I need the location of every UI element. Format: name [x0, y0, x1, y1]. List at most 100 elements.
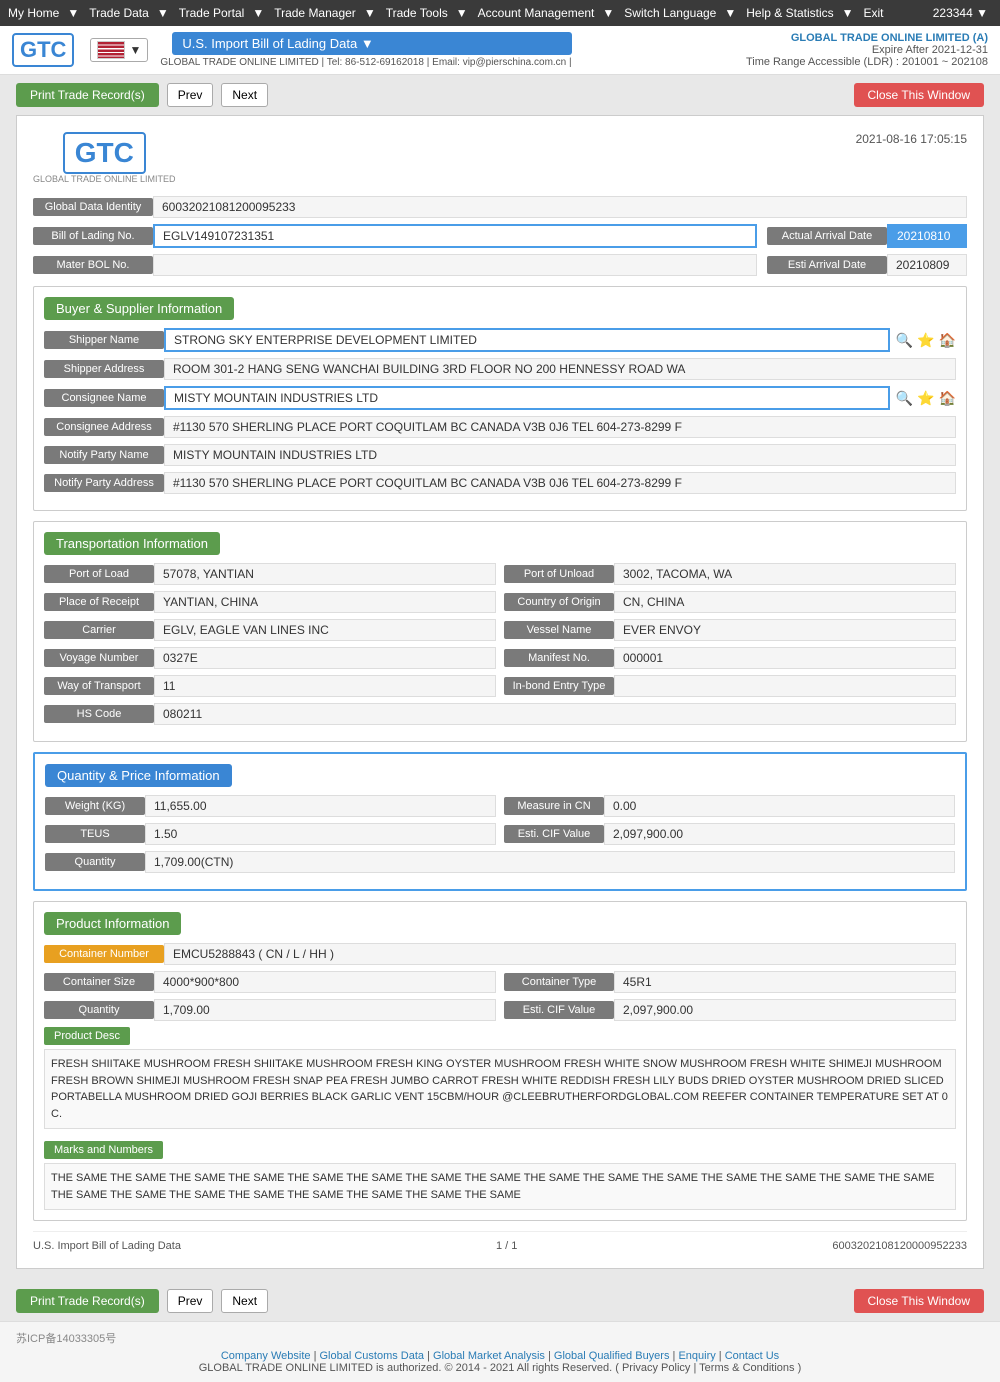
weight-row: Weight (KG) 11,655.00 Measure in CN 0.00: [45, 795, 955, 817]
consignee-star-icon[interactable]: ⭐: [917, 390, 934, 407]
product-header: Product Information: [44, 912, 181, 935]
buyer-supplier-section: Buyer & Supplier Information Shipper Nam…: [33, 286, 967, 511]
site-footer: 苏ICP备14033305号 Company Website | Global …: [0, 1321, 1000, 1382]
quantity-label: Quantity: [45, 853, 145, 871]
consignee-name-row: Consignee Name MISTY MOUNTAIN INDUSTRIES…: [44, 386, 956, 410]
mater-bol-row: Mater BOL No. Esti Arrival Date 20210809: [33, 254, 967, 276]
bottom-next-button[interactable]: Next: [221, 1289, 268, 1313]
consignee-home-icon[interactable]: 🏠: [939, 390, 956, 407]
shipper-address-value: ROOM 301-2 HANG SENG WANCHAI BUILDING 3R…: [164, 358, 956, 380]
nav-trade-tools[interactable]: Trade Tools: [386, 6, 448, 20]
shipper-address-label: Shipper Address: [44, 360, 164, 378]
container-number-row: Container Number EMCU5288843 ( CN / L / …: [44, 943, 956, 965]
transport-type-row: Way of Transport 11 In-bond Entry Type: [44, 675, 956, 697]
port-load-value: 57078, YANTIAN: [154, 563, 496, 585]
nav-trade-manager[interactable]: Trade Manager: [274, 6, 356, 20]
container-type-label: Container Type: [504, 973, 614, 991]
shipper-search-icon[interactable]: 🔍: [896, 332, 913, 349]
mater-bol-value: [153, 254, 757, 276]
transportation-section: Transportation Information Port of Load …: [33, 521, 967, 742]
bottom-close-button[interactable]: Close This Window: [854, 1289, 984, 1313]
place-receipt-row: Place of Receipt YANTIAN, CHINA Country …: [44, 591, 956, 613]
shipper-star-icon[interactable]: ⭐: [917, 332, 934, 349]
product-desc-container: Product Desc FRESH SHIITAKE MUSHROOM FRE…: [44, 1027, 956, 1129]
container-size-label: Container Size: [44, 973, 154, 991]
page-header: GTC ▼ U.S. Import Bill of Lading Data ▼ …: [0, 26, 1000, 75]
footer-link-company[interactable]: Company Website: [221, 1350, 311, 1362]
esti-cif-label: Esti. CIF Value: [504, 825, 604, 843]
close-button[interactable]: Close This Window: [854, 83, 984, 107]
product-esti-cif-label: Esti. CIF Value: [504, 1001, 614, 1019]
expire-date: Expire After 2021-12-31: [746, 44, 988, 56]
carrier-value: EGLV, EAGLE VAN LINES INC: [154, 619, 496, 641]
marks-label[interactable]: Marks and Numbers: [44, 1141, 163, 1159]
card-footer-right: 6003202108120000952233: [832, 1240, 967, 1252]
notify-address-row: Notify Party Address #1130 570 SHERLING …: [44, 472, 956, 494]
shipper-home-icon[interactable]: 🏠: [939, 332, 956, 349]
card-footer: U.S. Import Bill of Lading Data 1 / 1 60…: [33, 1231, 967, 1252]
actual-arrival-value: 20210810: [887, 224, 967, 248]
print-button[interactable]: Print Trade Record(s): [16, 83, 159, 107]
top-action-bar: Print Trade Record(s) Prev Next Close Th…: [0, 75, 1000, 115]
esti-arrival-label: Esti Arrival Date: [767, 256, 887, 274]
data-selector[interactable]: U.S. Import Bill of Lading Data ▼ GLOBAL…: [160, 32, 571, 68]
voyage-value: 0327E: [154, 647, 496, 669]
footer-link-buyers[interactable]: Global Qualified Buyers: [554, 1350, 670, 1362]
measure-value: 0.00: [604, 795, 955, 817]
bol-row: Bill of Lading No. EGLV149107231351 Actu…: [33, 224, 967, 248]
shipper-name-label: Shipper Name: [44, 331, 164, 349]
bottom-print-button[interactable]: Print Trade Record(s): [16, 1289, 159, 1313]
quantity-row: Quantity 1,709.00(CTN): [45, 851, 955, 873]
nav-my-home[interactable]: My Home: [8, 6, 59, 20]
weight-value: 11,655.00: [145, 795, 496, 817]
footer-link-market[interactable]: Global Market Analysis: [433, 1350, 545, 1362]
card-footer-middle: 1 / 1: [496, 1240, 517, 1252]
shipper-icons: 🔍 ⭐ 🏠: [896, 332, 956, 349]
shipper-name-row: Shipper Name STRONG SKY ENTERPRISE DEVEL…: [44, 328, 956, 352]
country-origin-value: CN, CHINA: [614, 591, 956, 613]
copyright: GLOBAL TRADE ONLINE LIMITED is authorize…: [16, 1362, 984, 1374]
footer-link-customs[interactable]: Global Customs Data: [320, 1350, 425, 1362]
nav-exit[interactable]: Exit: [864, 6, 884, 20]
flag-selector[interactable]: ▼: [90, 38, 148, 62]
way-transport-value: 11: [154, 675, 496, 697]
global-data-row: Global Data Identity 6003202108120009523…: [33, 196, 967, 218]
port-load-label: Port of Load: [44, 565, 154, 583]
consignee-search-icon[interactable]: 🔍: [896, 390, 913, 407]
nav-help-statistics[interactable]: Help & Statistics: [746, 6, 833, 20]
notify-name-row: Notify Party Name MISTY MOUNTAIN INDUSTR…: [44, 444, 956, 466]
bol-value: EGLV149107231351: [153, 224, 757, 248]
consignee-icons: 🔍 ⭐ 🏠: [896, 390, 956, 407]
consignee-address-row: Consignee Address #1130 570 SHERLING PLA…: [44, 416, 956, 438]
prev-button[interactable]: Prev: [167, 83, 214, 107]
nav-trade-data[interactable]: Trade Data: [89, 6, 149, 20]
nav-trade-portal[interactable]: Trade Portal: [179, 6, 245, 20]
selector-label[interactable]: U.S. Import Bill of Lading Data ▼: [172, 32, 571, 55]
main-card: GTC GLOBAL TRADE ONLINE LIMITED 2021-08-…: [16, 115, 984, 1269]
footer-link-contact[interactable]: Contact Us: [725, 1350, 779, 1362]
nav-switch-language[interactable]: Switch Language: [624, 6, 716, 20]
notify-name-value: MISTY MOUNTAIN INDUSTRIES LTD: [164, 444, 956, 466]
hs-code-value: 080211: [154, 703, 956, 725]
actual-arrival-label: Actual Arrival Date: [767, 227, 887, 245]
product-desc-value: FRESH SHIITAKE MUSHROOM FRESH SHIITAKE M…: [44, 1049, 956, 1129]
logo-container: GTC: [12, 33, 74, 67]
manifest-label: Manifest No.: [504, 649, 614, 667]
card-logo-text: GTC: [63, 132, 146, 174]
product-section: Product Information Container Number EMC…: [33, 901, 967, 1221]
product-desc-label[interactable]: Product Desc: [44, 1027, 130, 1045]
quantity-value: 1,709.00(CTN): [145, 851, 955, 873]
nav-account-management[interactable]: Account Management: [478, 6, 595, 20]
vessel-name-label: Vessel Name: [504, 621, 614, 639]
weight-label: Weight (KG): [45, 797, 145, 815]
port-unload-value: 3002, TACOMA, WA: [614, 563, 956, 585]
footer-link-enquiry[interactable]: Enquiry: [678, 1350, 715, 1362]
country-origin-label: Country of Origin: [504, 593, 614, 611]
esti-arrival-value: 20210809: [887, 254, 967, 276]
shipper-address-row: Shipper Address ROOM 301-2 HANG SENG WAN…: [44, 358, 956, 380]
hs-code-label: HS Code: [44, 705, 154, 723]
bottom-prev-button[interactable]: Prev: [167, 1289, 214, 1313]
container-type-value: 45R1: [614, 971, 956, 993]
teus-row: TEUS 1.50 Esti. CIF Value 2,097,900.00: [45, 823, 955, 845]
next-button[interactable]: Next: [221, 83, 268, 107]
